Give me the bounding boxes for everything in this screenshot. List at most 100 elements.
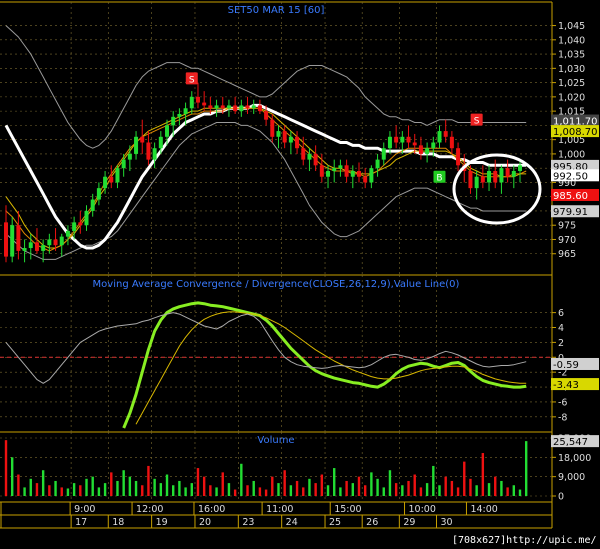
candle-body [456,148,461,166]
volume-bar [209,485,212,496]
candle-body [505,168,510,177]
volume-bar [413,474,416,496]
volume-bar [283,470,286,496]
volume-bar [388,470,392,496]
volume-bar [314,483,317,496]
x-date-label: 25 [329,517,341,528]
candle-body [332,168,337,172]
volume-bar [54,480,57,496]
volume-bar [147,465,150,496]
candle-body [344,165,349,177]
candle-body [208,105,213,109]
candle-body [16,225,21,251]
volume-bar [419,487,423,496]
candle-body [356,171,361,177]
candle-body [276,131,281,137]
volume-bar [196,468,200,496]
volume-bar [23,487,26,496]
volume-bar [524,441,528,496]
y-tick-label: 1,000 [558,149,585,160]
candle-body [4,222,8,257]
candle-body [109,176,114,183]
x-time-label: 9:00 [74,504,95,515]
x-time-label: 11:00 [266,504,293,515]
x-date-label: 18 [112,517,124,528]
x-time-label: 16:00 [198,504,225,515]
candle-body [127,153,132,160]
candle-body [214,105,219,109]
candle-body [326,171,331,177]
candle-body [134,136,139,154]
candle-body [369,168,374,183]
x-time-label: 14:00 [470,504,497,515]
y-tick-label: -6 [558,397,567,408]
candle-body [115,168,120,183]
candle-body [480,176,485,183]
volume-bar [475,485,478,496]
candle-body [239,105,244,112]
volume-bar [277,483,280,496]
candle-body [375,159,380,169]
volume-bar [326,485,330,496]
volume-bar [382,487,385,496]
x-date-label: 19 [156,517,168,528]
volume-bar [302,487,305,496]
volume-bar [407,480,410,496]
volume-bar [252,480,255,496]
y-tick-label: 2 [558,338,564,349]
volume-bar [153,478,156,496]
x-date-label: 24 [286,517,298,528]
candle-body [177,113,182,117]
volume-bar [97,487,101,496]
candle-body [449,136,454,149]
y-tick-label: 975 [558,221,576,232]
volume-bar [103,483,107,496]
candle-body [493,171,498,183]
volume-bar [29,478,32,496]
volume-bar [320,474,324,496]
volume-bar [518,489,522,496]
volume-bar [345,480,348,496]
volume-bar [512,485,516,496]
volume-bar [456,487,460,496]
candle-body [288,136,293,143]
volume-bar [79,485,82,496]
candle-body [443,131,448,137]
volume-bar [240,463,243,496]
volume-title: Volume [257,435,294,446]
volume-bar [444,476,447,496]
volume-bar [246,485,249,496]
candle-body [394,136,399,143]
y-tick-label: 1,040 [558,35,585,46]
volume-bar [481,453,485,496]
candle-body [47,239,52,246]
volume-bar [134,480,138,496]
candle-body [350,171,355,177]
volume-bar [48,485,51,496]
value-label: 25,547 [553,437,588,448]
macd-title: Moving Average Convergence / Divergence(… [93,279,460,290]
volume-bar [487,483,491,496]
candle-body [65,230,70,237]
volume-bar [463,461,466,496]
volume-bar [258,487,262,496]
image-host-footer: [708x627]http://upic.me/ [452,532,600,549]
candle-body [195,96,200,103]
candle-body [338,165,343,169]
value-label: 992.50 [553,171,588,182]
candle-body [387,136,392,149]
volume-bar [500,480,503,496]
value-label: -0.59 [553,360,579,371]
volume-bar [363,485,367,496]
candle-body [59,236,64,246]
volume-bar [128,476,132,496]
volume-bar [60,487,63,496]
stock-chart: SET50 MAR 15 [60] 1,045 1,040 1,035 1,030 1,… [0,0,600,549]
candle-body [22,248,27,251]
y-tick-label: 0 [558,492,564,503]
volume-bar [494,476,497,496]
candle-body [425,148,430,154]
y-tick-label: 4 [558,323,564,334]
volume-bar [289,485,293,496]
candle-body [78,222,83,226]
